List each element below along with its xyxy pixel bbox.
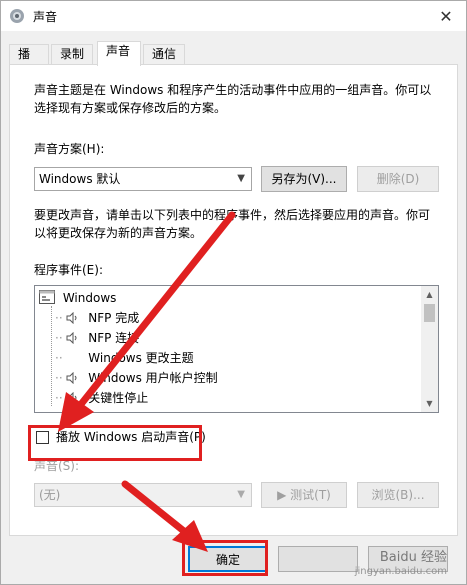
annotation-arrow-icon: [121, 480, 208, 552]
watermark-url: jingyan.baidu.com: [354, 566, 447, 577]
annotation-arrow-icon: [58, 211, 236, 432]
annotation-arrows: [58, 211, 236, 552]
watermark-title: Baidu 经验: [379, 550, 447, 565]
tab-sounds[interactable]: 声音: [97, 41, 141, 66]
watermark: Baidu 经验 jingyan.baidu.com: [355, 551, 447, 579]
